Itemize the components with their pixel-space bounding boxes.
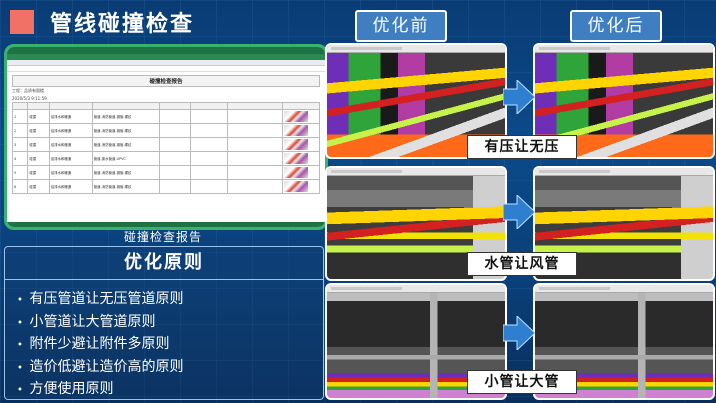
viewer-toolbar	[535, 45, 713, 53]
table-row: 3 碰撞 给排水和暖通 管道-消防管道-钢管-螺纹	[11, 137, 320, 152]
clash-thumbnail	[284, 167, 309, 178]
report-caption: 碰撞检查报告	[123, 230, 202, 244]
excel-sheet: 碰撞检查报告 工程：品质有限楼 2020/5/3 9:11:59 1 碰撞 给排水和…	[7, 72, 325, 197]
table-row: 2 碰撞 给排水和暖通 管道-消防管道-钢管-螺纹	[11, 123, 320, 138]
clash-thumbnail	[284, 153, 309, 164]
table-row: 1 碰撞 给排水和暖通 管道-消防管道-钢管-螺纹	[11, 109, 320, 124]
right-arrow-icon	[503, 80, 535, 114]
table-row: 4 碰撞 给排水和暖通 管道-废水管道-UPVC	[11, 151, 320, 166]
table-row: 5 碰撞 给排水和暖通 管道-消防管道-钢管-螺纹	[11, 165, 320, 180]
page-title: 管线碰撞检查	[50, 12, 195, 37]
bullet-icon: •	[17, 317, 23, 329]
bullet-icon: •	[17, 362, 23, 374]
clash-thumbnail	[284, 181, 309, 192]
right-arrow-icon	[503, 195, 535, 229]
excel-titlebar	[7, 47, 325, 54]
viewer-toolbar	[327, 285, 505, 293]
bullet-icon: •	[17, 340, 23, 351]
clash-thumbnail	[284, 139, 309, 150]
list-item: • 方便使用原则	[17, 378, 323, 401]
list-item: • 小管道让大管道原则	[17, 311, 323, 334]
title-marker	[10, 10, 34, 34]
clash-thumbnail	[284, 125, 309, 136]
viewer-toolbar	[327, 45, 505, 53]
list-item: • 附件少避让附件多原则	[17, 333, 323, 356]
list-item: • 有压管道让无压管道原则	[17, 288, 323, 311]
after-header: 优化后	[570, 10, 662, 42]
excel-statusbar	[7, 222, 325, 227]
report-screenshot: 碰撞检查报告 工程：品质有限楼 2020/5/3 9:11:59 1 碰撞 给排水和…	[4, 44, 328, 230]
principles-panel: 优化原则 • 有压管道让无压管道原则 • 小管道让大管道原则 • 附件少避让附件…	[4, 246, 324, 400]
clash-report-table: 1 碰撞 给排水和暖通 管道-消防管道-钢管-螺纹 2 碰撞 给排水和暖通 管道-消防管道-…	[11, 102, 320, 194]
case-label-3: 小管让大管	[467, 370, 577, 394]
clash-thumbnail	[284, 111, 309, 122]
bullet-icon: •	[17, 295, 23, 306]
viewer-toolbar	[327, 168, 505, 176]
table-header-row	[11, 102, 320, 110]
right-arrow-icon	[503, 316, 535, 350]
before-header: 优化前	[355, 10, 447, 42]
table-row: 6 碰撞 给排水和暖通 管道-消防管道-钢管-螺纹	[11, 179, 320, 194]
principles-heading: 优化原则	[5, 247, 323, 280]
viewer-toolbar	[535, 168, 713, 176]
report-meta-project: 工程：品质有限楼	[12, 88, 44, 93]
report-meta-date: 2020/5/3 9:11:59	[12, 96, 47, 101]
list-item: • 造价低避让造价高的原则	[17, 356, 323, 379]
principles-list: • 有压管道让无压管道原则 • 小管道让大管道原则 • 附件少避让附件多原则 •…	[5, 280, 323, 401]
case-label-1: 有压让无压	[467, 135, 577, 159]
report-sheet-title: 碰撞检查报告	[12, 75, 320, 87]
viewer-toolbar	[535, 285, 713, 293]
bullet-icon: •	[17, 385, 23, 396]
case-label-2: 水管让风管	[467, 252, 577, 276]
